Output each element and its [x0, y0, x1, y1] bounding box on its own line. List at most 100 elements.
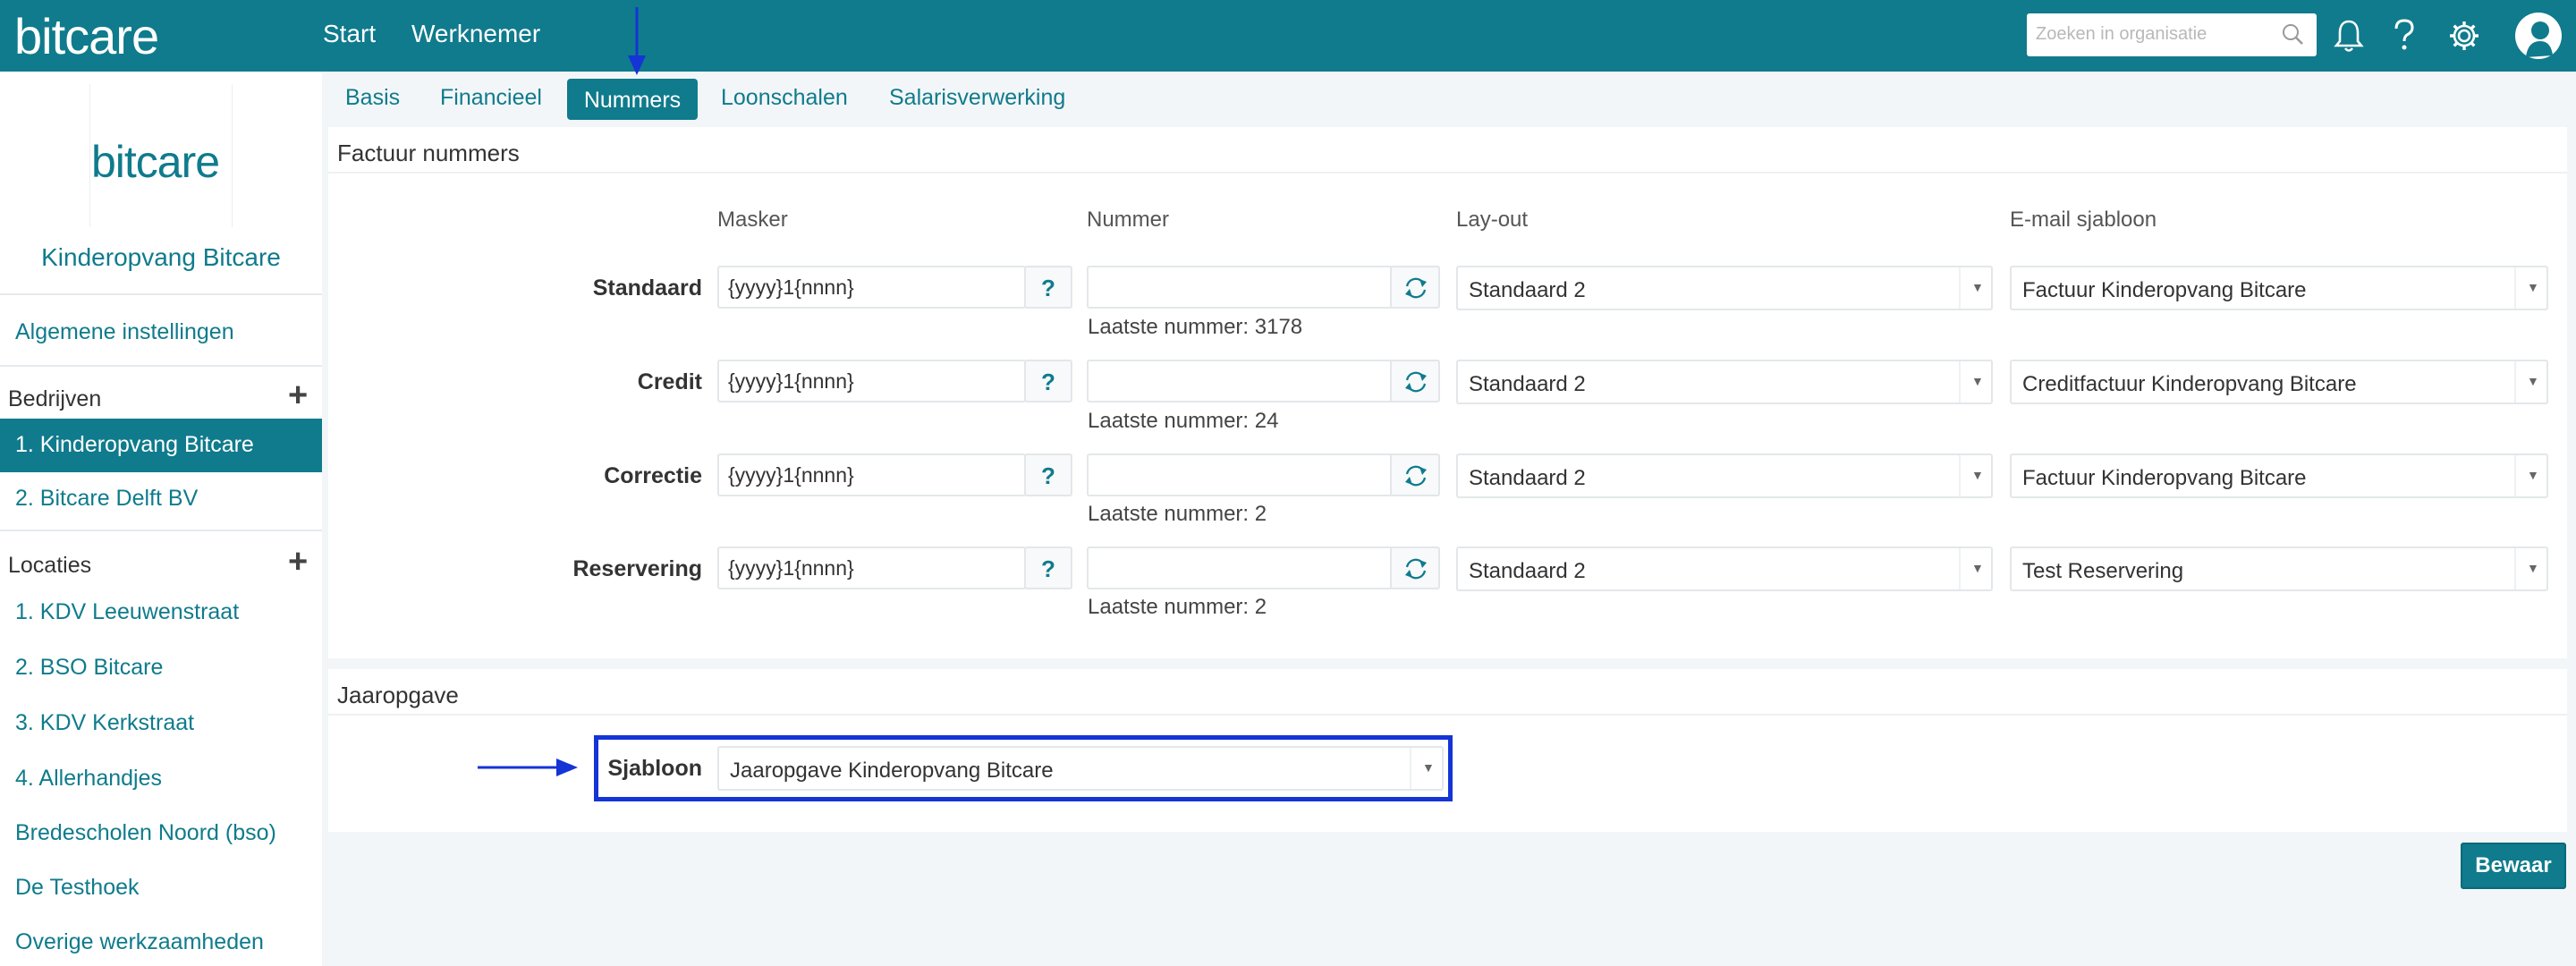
refresh-button[interactable]	[1390, 266, 1440, 309]
help-label: ?	[1041, 275, 1055, 301]
number-field	[1087, 547, 1394, 589]
help-label: ?	[1041, 369, 1055, 395]
row-label-credit: Credit	[637, 369, 702, 394]
email-select-credit[interactable]: Creditfactuur Kinderopvang Bitcare ▼	[2010, 360, 2548, 404]
sidebar-item-company-1[interactable]: 1. Kinderopvang Bitcare	[0, 419, 322, 472]
chevron-down-icon: ▼	[2527, 561, 2539, 575]
refresh-icon	[1405, 465, 1427, 487]
select-caret: ▼	[1959, 361, 1991, 402]
column-header-layout: Lay-out	[1456, 208, 1529, 232]
row-label-correctie: Correctie	[604, 463, 702, 488]
org-name: Kinderopvang Bitcare	[41, 243, 281, 271]
save-button[interactable]: Bewaar	[2461, 843, 2566, 889]
tab-label: Nummers	[583, 88, 682, 113]
last-number-standaard: Laatste nummer: 3178	[1088, 315, 1303, 339]
sidebar-item-location-2[interactable]: 2. BSO Bitcare	[15, 655, 163, 681]
mask-help-button[interactable]: ?	[1024, 453, 1072, 496]
column-header-number: Nummer	[1087, 208, 1170, 232]
annotation-arrow-down-icon	[628, 7, 646, 75]
gear-icon[interactable]	[2446, 18, 2482, 54]
chevron-down-icon: ▼	[1422, 760, 1435, 775]
add-location-icon[interactable]: +	[288, 545, 308, 579]
select-caret: ▼	[1410, 748, 1442, 789]
select-caret: ▼	[1959, 455, 1991, 496]
org-logo: bitcare	[91, 137, 220, 187]
last-number-credit: Laatste nummer: 24	[1088, 409, 1279, 433]
column-header-email: E-mail sjabloon	[2010, 208, 2157, 232]
sidebar: bitcare Kinderopvang Bitcare Algemene in…	[0, 72, 322, 966]
refresh-button[interactable]	[1390, 547, 1440, 589]
last-number-correctie: Laatste nummer: 2	[1088, 502, 1267, 526]
select-value: Test Reservering	[2022, 559, 2184, 583]
companies-heading: Bedrijven	[8, 386, 102, 411]
mask-field	[717, 360, 1026, 402]
sidebar-item-company-2[interactable]: 2. Bitcare Delft BV	[15, 486, 198, 512]
number-input-standaard[interactable]	[1089, 267, 1392, 307]
select-caret: ▼	[2514, 361, 2546, 402]
search-icon[interactable]	[2281, 22, 2304, 46]
chevron-down-icon: ▼	[1971, 468, 1984, 482]
sidebar-item-location-4[interactable]: 4. Allerhandjes	[15, 766, 162, 792]
sidebar-item-label: 1. Kinderopvang Bitcare	[15, 432, 254, 457]
email-select-reservering[interactable]: Test Reservering ▼	[2010, 547, 2548, 591]
chevron-down-icon: ▼	[2527, 280, 2539, 294]
email-select-standaard[interactable]: Factuur Kinderopvang Bitcare ▼	[2010, 266, 2548, 310]
nav-start[interactable]: Start	[323, 20, 376, 48]
number-input-credit[interactable]	[1089, 361, 1392, 401]
refresh-button[interactable]	[1390, 360, 1440, 402]
mask-help-button[interactable]: ?	[1024, 360, 1072, 402]
bell-icon[interactable]	[2333, 18, 2365, 54]
refresh-button[interactable]	[1390, 453, 1440, 496]
help-label: ?	[1041, 555, 1055, 582]
mask-help-button[interactable]: ?	[1024, 547, 1072, 589]
help-icon[interactable]	[2392, 18, 2417, 54]
select-caret: ▼	[1959, 548, 1991, 589]
panel-header: Jaaropgave	[328, 669, 2567, 716]
number-input-reservering[interactable]	[1089, 548, 1392, 588]
annual-template-select[interactable]: Jaaropgave Kinderopvang Bitcare ▼	[717, 746, 1444, 791]
chevron-down-icon: ▼	[1971, 561, 1984, 575]
sidebar-item-location-6[interactable]: De Testhoek	[15, 875, 140, 901]
layout-select-reservering[interactable]: Standaard 2 ▼	[1456, 547, 1993, 591]
email-select-correctie[interactable]: Factuur Kinderopvang Bitcare ▼	[2010, 453, 2548, 498]
select-value: Standaard 2	[1469, 278, 1586, 302]
panel-title: Jaaropgave	[337, 682, 459, 708]
mask-input-correctie[interactable]	[719, 455, 1024, 495]
number-field	[1087, 453, 1394, 496]
refresh-icon	[1405, 371, 1427, 393]
mask-field	[717, 266, 1026, 309]
layout-select-standaard[interactable]: Standaard 2 ▼	[1456, 266, 1993, 310]
last-number-reservering: Laatste nummer: 2	[1088, 595, 1267, 619]
locations-heading: Locaties	[8, 553, 92, 578]
row-label-reservering: Reservering	[572, 556, 702, 581]
add-company-icon[interactable]: +	[288, 378, 308, 412]
sidebar-item-location-3[interactable]: 3. KDV Kerkstraat	[15, 710, 194, 736]
layout-select-correctie[interactable]: Standaard 2 ▼	[1456, 453, 1993, 498]
number-input-correctie[interactable]	[1089, 455, 1392, 495]
tab-financieel[interactable]: Financieel	[440, 85, 542, 111]
mask-input-standaard[interactable]	[719, 267, 1024, 307]
sidebar-item-general-settings[interactable]: Algemene instellingen	[15, 319, 234, 345]
search-input[interactable]	[2027, 13, 2259, 55]
sidebar-item-location-1[interactable]: 1. KDV Leeuwenstraat	[15, 599, 239, 625]
tab-loonschalen[interactable]: Loonschalen	[721, 85, 848, 111]
mask-input-reservering[interactable]	[719, 548, 1024, 588]
top-bar: bitcare Start Werknemer	[0, 0, 2576, 72]
tab-salarisverwerking[interactable]: Salarisverwerking	[889, 85, 1065, 111]
avatar-icon[interactable]	[2513, 11, 2563, 61]
nav-werknemer[interactable]: Werknemer	[411, 20, 540, 48]
number-field	[1087, 266, 1394, 309]
select-caret: ▼	[2514, 267, 2546, 309]
search-box	[2027, 13, 2317, 56]
panel-header: Factuur nummers	[328, 127, 2567, 174]
select-value: Factuur Kinderopvang Bitcare	[2022, 466, 2307, 490]
layout-select-credit[interactable]: Standaard 2 ▼	[1456, 360, 1993, 404]
sidebar-item-location-5[interactable]: Bredescholen Noord (bso)	[15, 820, 276, 846]
app-logo[interactable]: bitcare	[14, 7, 159, 65]
sidebar-item-location-7[interactable]: Overige werkzaamheden	[15, 929, 264, 955]
tab-nummers[interactable]: Nummers	[567, 79, 698, 120]
tab-basis[interactable]: Basis	[345, 85, 400, 111]
mask-help-button[interactable]: ?	[1024, 266, 1072, 309]
row-label-standaard: Standaard	[592, 275, 702, 301]
mask-input-credit[interactable]	[719, 361, 1024, 401]
